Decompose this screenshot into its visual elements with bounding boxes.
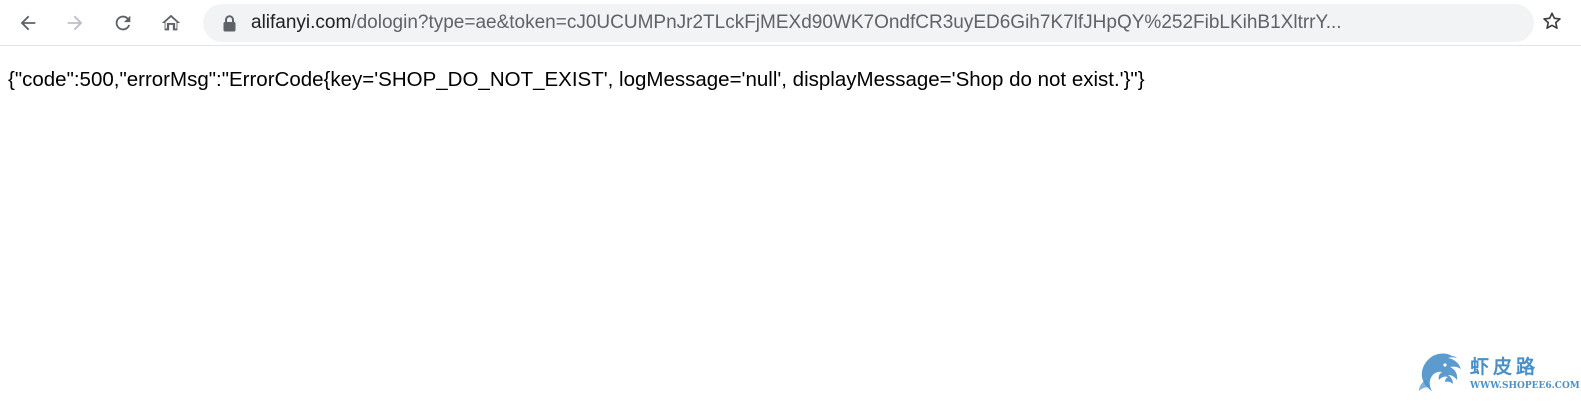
back-button[interactable] <box>10 5 46 41</box>
url-path: /dologin?type=ae&token=cJ0UCUMPnJr2TLckF… <box>351 12 1342 33</box>
watermark: 虾皮路 WWW.SHOPEE6.COM <box>1408 348 1580 402</box>
dragon-logo-icon <box>1412 350 1464 400</box>
star-icon <box>1541 10 1563 37</box>
bookmark-button[interactable] <box>1534 5 1570 41</box>
arrow-right-icon <box>64 12 86 34</box>
reload-icon <box>112 12 134 34</box>
home-icon <box>160 12 182 34</box>
json-response-text: {"code":500,"errorMsg":"ErrorCode{key='S… <box>8 68 1145 91</box>
watermark-title: 虾皮路 <box>1470 356 1540 378</box>
page-content: {"code":500,"errorMsg":"ErrorCode{key='S… <box>0 47 1581 417</box>
arrow-left-icon <box>17 12 39 34</box>
forward-button[interactable] <box>57 5 93 41</box>
lock-icon[interactable] <box>221 14 237 32</box>
watermark-url: WWW.SHOPEE6.COM <box>1470 381 1580 391</box>
url-text[interactable]: alifanyi.com/dologin?type=ae&token=cJ0UC… <box>251 12 1520 34</box>
reload-button[interactable] <box>105 5 141 41</box>
address-bar[interactable]: alifanyi.com/dologin?type=ae&token=cJ0UC… <box>203 4 1534 42</box>
url-host: alifanyi.com <box>251 12 352 33</box>
home-button[interactable] <box>153 5 189 41</box>
browser-toolbar: alifanyi.com/dologin?type=ae&token=cJ0UC… <box>0 0 1581 46</box>
